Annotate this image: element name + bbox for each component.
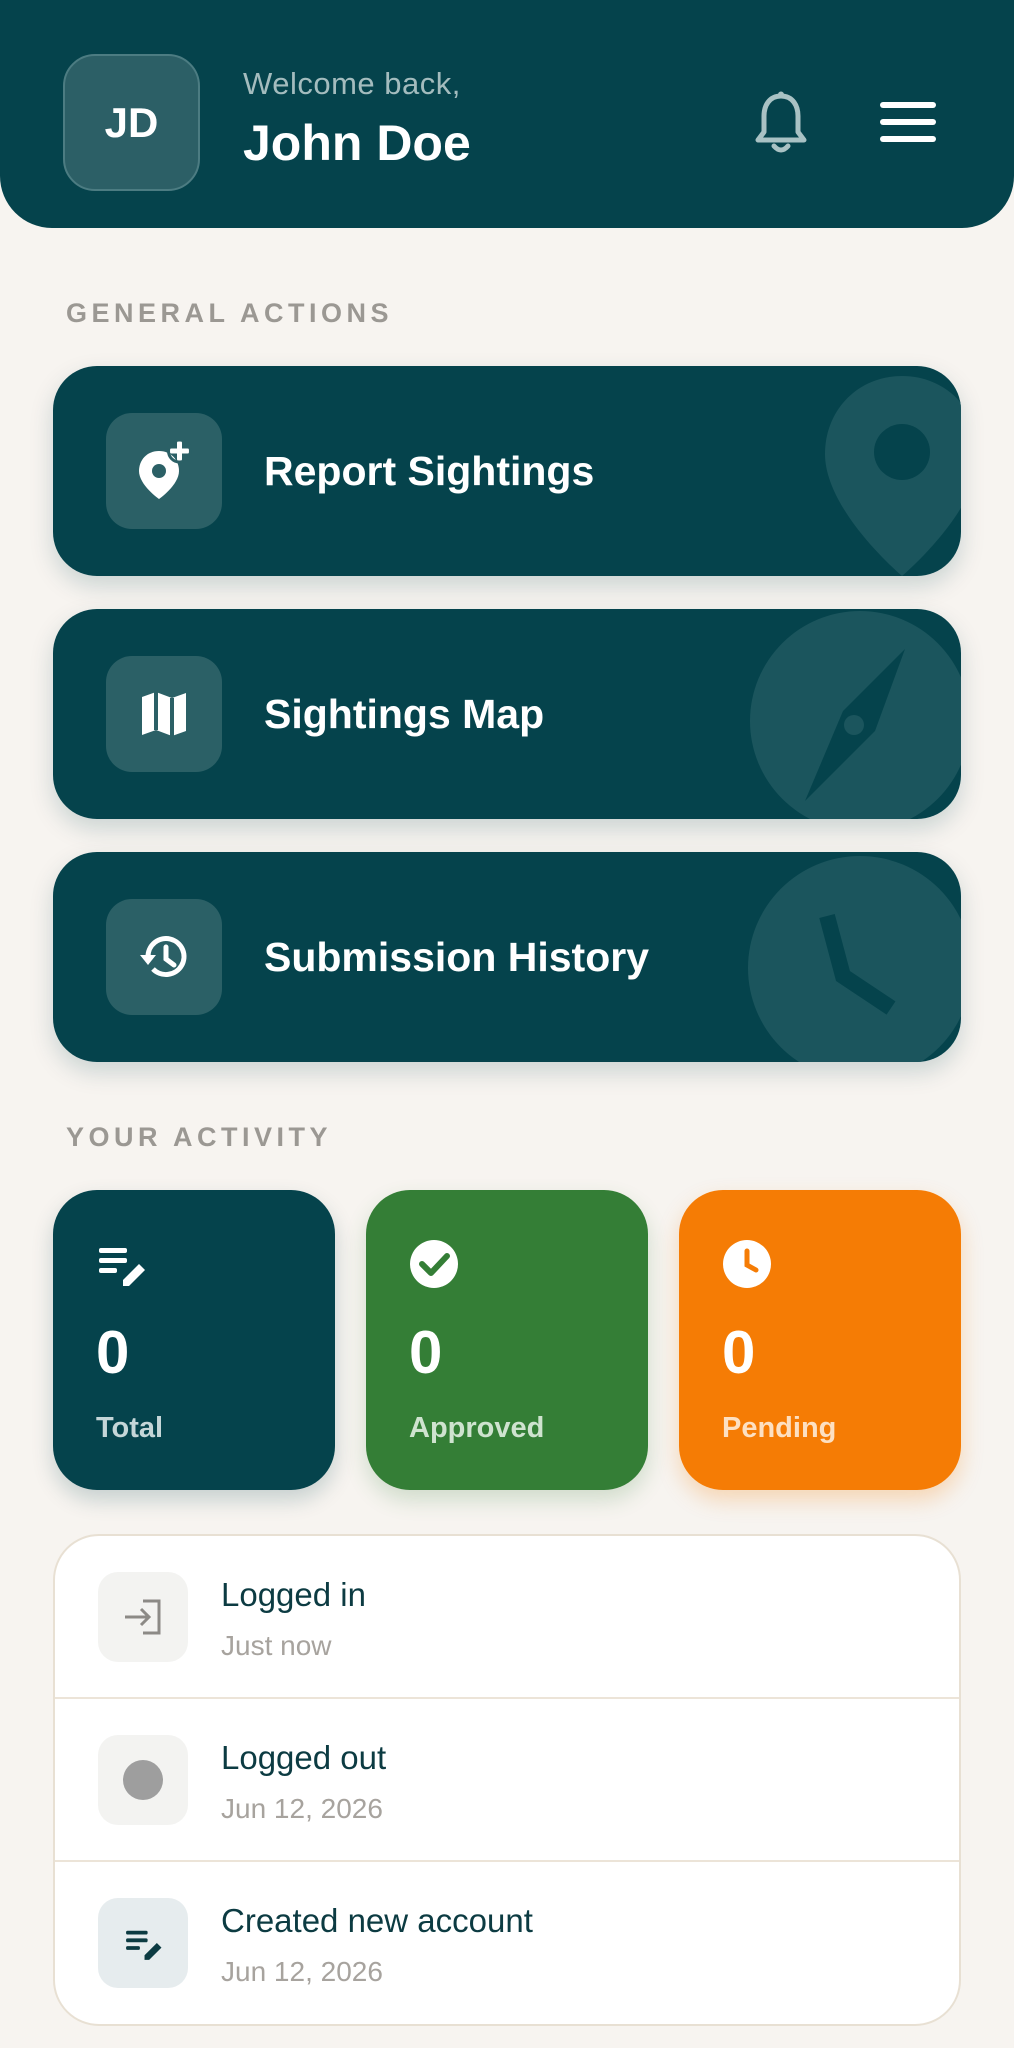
check-circle-icon xyxy=(410,1240,458,1288)
activity-time: Jun 12, 2026 xyxy=(221,1956,383,1987)
stat-total-value: 0 xyxy=(96,1319,130,1386)
stat-pending-value: 0 xyxy=(722,1319,756,1386)
activity-time: Just now xyxy=(221,1630,332,1661)
avatar[interactable]: JD xyxy=(63,54,200,191)
stat-total-label: Total xyxy=(96,1412,164,1444)
activity-title: Logged in xyxy=(221,1576,366,1613)
activity-time: Jun 12, 2026 xyxy=(221,1793,383,1824)
stat-card-approved[interactable]: 0 Approved xyxy=(366,1190,648,1490)
report-sightings-label: Report Sightings xyxy=(264,448,595,494)
login-icon xyxy=(98,1572,188,1662)
compass-watermark-icon xyxy=(750,611,961,819)
list-item[interactable]: Logged in Just now xyxy=(55,1536,959,1699)
activity-title: Logged out xyxy=(221,1739,387,1776)
clock-watermark-icon xyxy=(748,856,961,1062)
activity-log: Logged in Just now Logged out Jun 12, 20… xyxy=(53,1534,961,2026)
list-item[interactable]: Logged out Jun 12, 2026 xyxy=(55,1699,959,1862)
user-name: John Doe xyxy=(243,115,471,171)
stat-card-pending[interactable]: 0 Pending xyxy=(679,1190,961,1490)
welcome-text: Welcome back, xyxy=(243,66,461,101)
stat-card-total[interactable]: 0 Total xyxy=(53,1190,335,1490)
activity-title: Created new account xyxy=(221,1902,533,1939)
bell-icon[interactable] xyxy=(752,90,810,156)
edit-list-icon xyxy=(99,1248,145,1286)
edit-list-icon xyxy=(98,1898,188,1988)
clock-icon xyxy=(723,1240,771,1288)
menu-icon[interactable] xyxy=(878,100,938,144)
stat-approved-label: Approved xyxy=(409,1412,545,1444)
map-icon xyxy=(106,656,222,772)
stat-approved-value: 0 xyxy=(409,1319,443,1386)
sightings-map-button[interactable]: Sightings Map xyxy=(53,609,961,819)
section-label-general-actions: GENERAL ACTIONS xyxy=(66,298,394,328)
dot-icon xyxy=(98,1735,188,1825)
list-item[interactable]: Created new account Jun 12, 2026 xyxy=(55,1862,959,2024)
section-label-your-activity: YOUR ACTIVITY xyxy=(66,1122,333,1152)
app-header: JD Welcome back, John Doe xyxy=(0,0,1014,228)
sightings-map-label: Sightings Map xyxy=(264,691,545,737)
stat-pending-label: Pending xyxy=(722,1412,837,1444)
submission-history-button[interactable]: Submission History xyxy=(53,852,961,1062)
report-sightings-button[interactable]: Report Sightings xyxy=(53,366,961,576)
history-icon xyxy=(106,899,222,1015)
add-location-icon xyxy=(106,413,222,529)
submission-history-label: Submission History xyxy=(264,934,650,980)
location-pin-watermark-icon xyxy=(825,376,961,576)
